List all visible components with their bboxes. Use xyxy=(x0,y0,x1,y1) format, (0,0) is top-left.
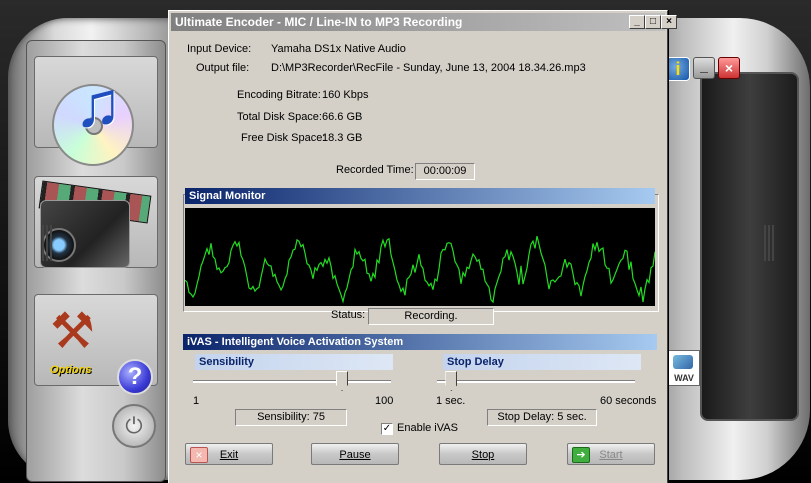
maximize-button[interactable]: □ xyxy=(645,15,661,29)
window-title: Ultimate Encoder - MIC / Line-IN to MP3 … xyxy=(175,15,463,29)
output-file-value: D:\MP3Recorder\RecFile - Sunday, June 13… xyxy=(271,62,586,74)
total-disk-label: Total Disk Space: xyxy=(237,111,322,123)
enable-ivas-checkbox[interactable]: ✓ xyxy=(381,423,393,435)
wav-label: WAV xyxy=(674,373,694,383)
wav-file-icon[interactable]: WAV xyxy=(668,350,700,386)
stop-delay-readout: Stop Delay: 5 sec. xyxy=(487,409,597,426)
sensibility-header: Sensibility xyxy=(195,354,393,370)
stop-delay-title: Stop Delay xyxy=(447,356,504,368)
exit-button[interactable]: × Exit xyxy=(185,443,273,465)
close-button[interactable]: × xyxy=(661,15,677,29)
start-button[interactable]: ➔ Start xyxy=(567,443,655,465)
sensibility-min-label: 1 xyxy=(193,395,200,407)
skin-close-button[interactable]: × xyxy=(718,57,740,79)
minimize-button[interactable]: _ xyxy=(629,15,645,29)
help-button[interactable]: ? xyxy=(117,359,153,395)
skin-right-screen xyxy=(700,72,799,421)
power-icon[interactable]: ⏻ xyxy=(112,404,156,448)
ivas-title: iVAS - Intelligent Voice Activation Syst… xyxy=(187,336,404,348)
input-device-value: Yamaha DS1x Native Audio xyxy=(271,43,406,55)
speaker-grill-left xyxy=(42,225,54,261)
stop-delay-header: Stop Delay xyxy=(443,354,641,370)
sensibility-title: Sensibility xyxy=(199,356,255,368)
signal-monitor-title: Signal Monitor xyxy=(189,190,266,202)
skin-minimize-button[interactable]: _ xyxy=(693,57,715,79)
start-arrow-icon: ➔ xyxy=(572,447,590,463)
enable-ivas-label[interactable]: Enable iVAS xyxy=(397,422,458,434)
free-disk-label: Free Disk Space: xyxy=(241,132,326,144)
recording-dialog: Ultimate Encoder - MIC / Line-IN to MP3 … xyxy=(168,10,677,483)
recorded-time-label: Recorded Time: xyxy=(336,164,414,176)
stop-delay-slider-thumb[interactable] xyxy=(445,371,458,391)
pause-label: Pause xyxy=(339,449,371,461)
sensibility-max-label: 100 xyxy=(375,395,394,407)
stop-delay-min-label: 1 sec. xyxy=(436,395,466,407)
pause-button[interactable]: Pause xyxy=(311,443,399,465)
speaker-grill-right xyxy=(764,225,776,261)
stop-button[interactable]: Stop xyxy=(439,443,527,465)
info-icon[interactable]: i xyxy=(666,57,690,81)
stop-delay-slider-track[interactable] xyxy=(437,380,635,383)
total-disk-value: 66.6 GB xyxy=(322,111,363,123)
exit-label: Exit xyxy=(219,449,239,461)
output-file-label: Output file: xyxy=(196,62,250,74)
sensibility-readout: Sensibility: 75 xyxy=(235,409,347,426)
bitrate-value: 160 Kbps xyxy=(322,89,369,101)
title-bar[interactable]: Ultimate Encoder - MIC / Line-IN to MP3 … xyxy=(171,13,677,31)
music-note-icon: ♫ xyxy=(74,68,122,140)
start-label: Start xyxy=(599,449,623,461)
status-value: Recording. xyxy=(368,308,494,325)
options-label[interactable]: Options xyxy=(50,364,92,376)
sensibility-slider-thumb[interactable] xyxy=(336,371,348,391)
signal-waveform xyxy=(185,208,655,306)
stop-label: Stop xyxy=(471,449,495,461)
waveform-line xyxy=(185,235,655,304)
status-label: Status: xyxy=(331,309,366,321)
signal-monitor-header: Signal Monitor xyxy=(185,188,655,204)
free-disk-value: 18.3 GB xyxy=(322,132,363,144)
bitrate-label: Encoding Bitrate: xyxy=(237,89,321,101)
tools-icon[interactable]: ⚒ xyxy=(50,306,95,356)
ivas-header: iVAS - Intelligent Voice Activation Syst… xyxy=(183,334,657,350)
sensibility-slider-track[interactable] xyxy=(193,380,391,383)
input-device-label: Input Device: xyxy=(187,43,252,55)
recorded-time-value: 00:00:09 xyxy=(415,163,475,180)
exit-icon: × xyxy=(190,447,208,463)
stop-delay-max-label: 60 seconds xyxy=(600,395,657,407)
